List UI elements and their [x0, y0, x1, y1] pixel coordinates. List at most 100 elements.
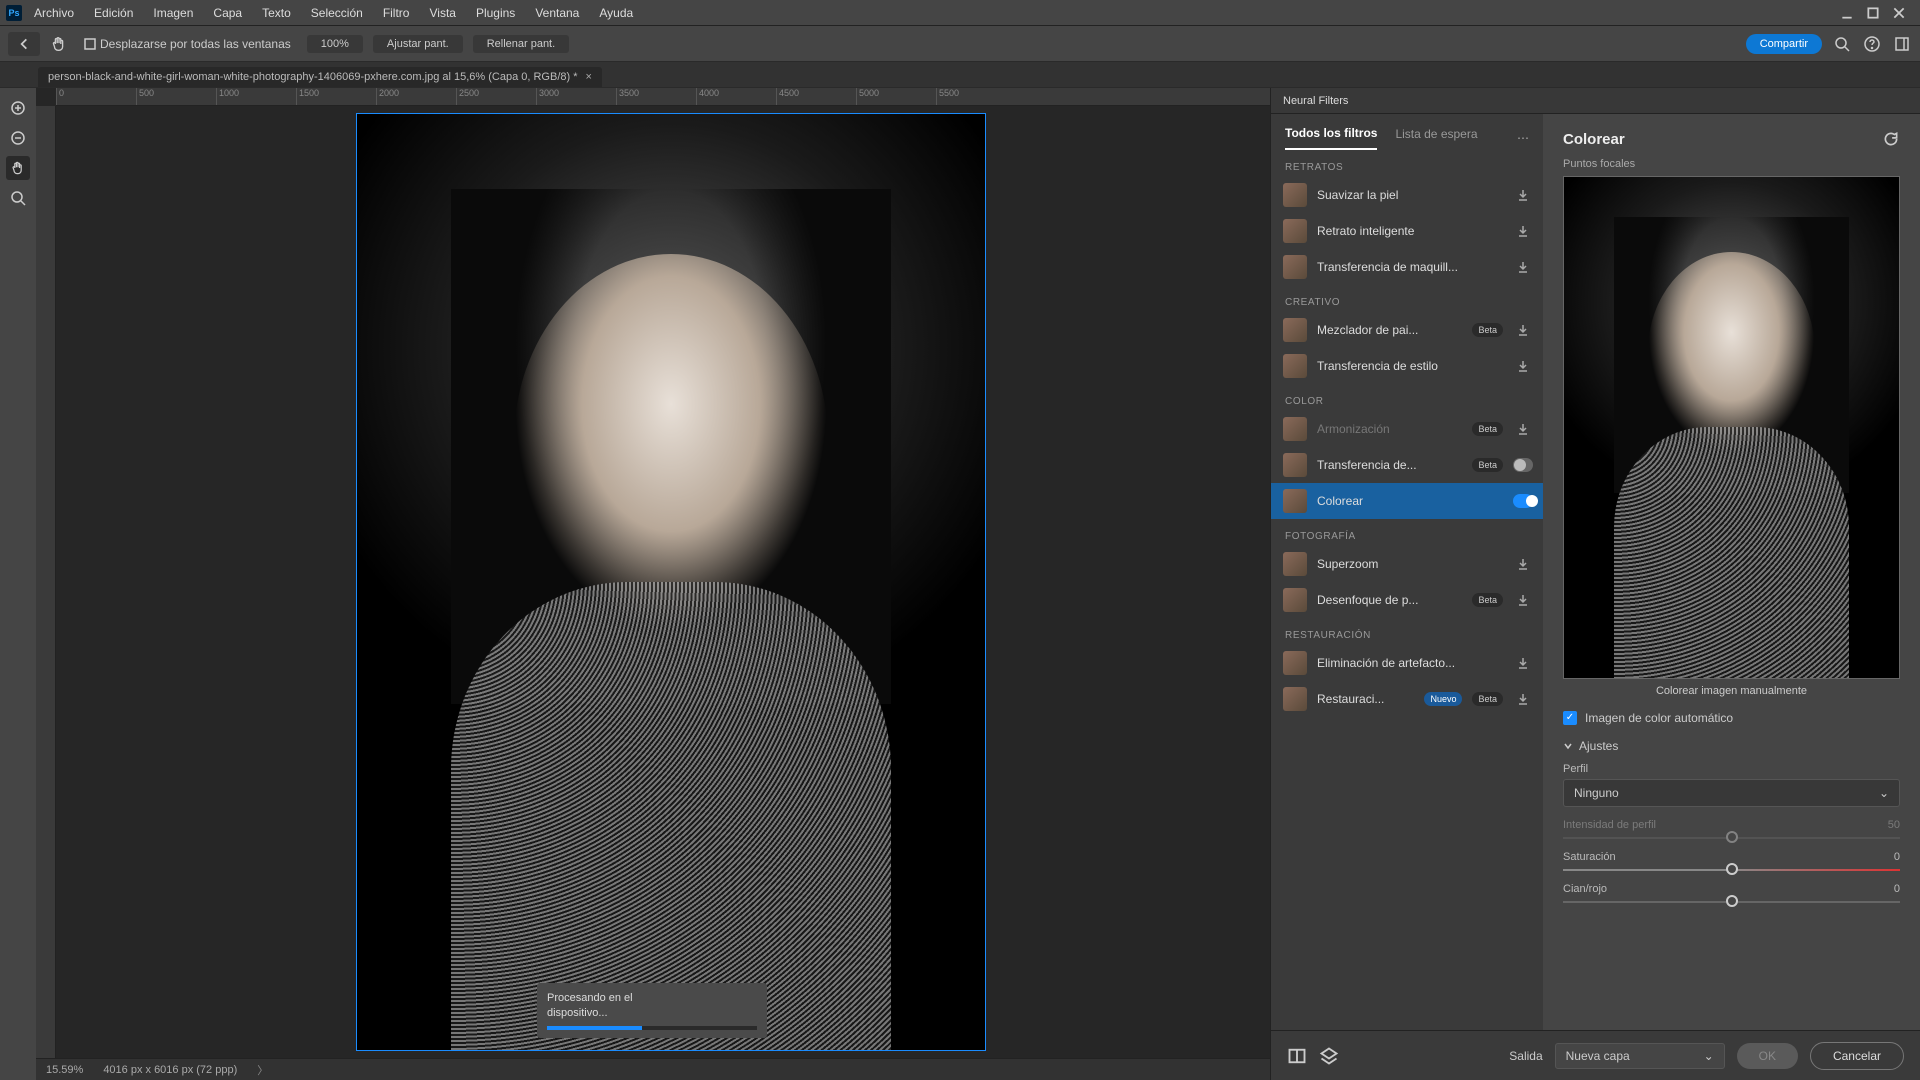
fit-screen-button[interactable]: Ajustar pant.	[373, 35, 463, 53]
zoom-level: 15.59%	[46, 1064, 83, 1076]
minimize-icon[interactable]	[1840, 6, 1854, 20]
download-icon[interactable]	[1513, 557, 1533, 571]
download-icon[interactable]	[1513, 656, 1533, 670]
download-icon[interactable]	[1513, 422, 1533, 436]
filter-restauracion[interactable]: Restauraci... Nuevo Beta	[1271, 681, 1543, 717]
filter-transferencia-estilo[interactable]: Transferencia de estilo	[1271, 348, 1543, 384]
filter-armonizacion[interactable]: Armonización Beta	[1271, 411, 1543, 447]
salida-dropdown[interactable]: Nueva capa ⌄	[1555, 1043, 1725, 1069]
focal-points-label: Puntos focales	[1563, 158, 1900, 170]
ajustes-accordion[interactable]: Ajustes	[1563, 739, 1900, 753]
filter-desenfoque-profundidad[interactable]: Desenfoque de p... Beta	[1271, 582, 1543, 618]
menu-texto[interactable]: Texto	[254, 3, 299, 23]
zoom-in-tool[interactable]	[6, 96, 30, 120]
menu-vista[interactable]: Vista	[421, 3, 463, 23]
intensidad-label: Intensidad de perfil	[1563, 819, 1656, 831]
back-button[interactable]	[8, 32, 40, 56]
ok-button[interactable]: OK	[1737, 1043, 1798, 1069]
cian-rojo-slider[interactable]	[1563, 901, 1900, 903]
canvas-image[interactable]: Procesando en eldispositivo...	[356, 113, 986, 1051]
hand-tool-icon[interactable]	[50, 35, 68, 53]
filter-transferencia-color[interactable]: Transferencia de... Beta	[1271, 447, 1543, 483]
preview-image[interactable]	[1563, 176, 1900, 679]
menu-edicion[interactable]: Edición	[86, 3, 141, 23]
section-restauracion: RESTAURACIÓN	[1271, 618, 1543, 645]
saturacion-slider[interactable]	[1563, 869, 1900, 871]
download-icon[interactable]	[1513, 323, 1533, 337]
cian-rojo-label: Cian/rojo	[1563, 883, 1607, 895]
beta-badge: Beta	[1472, 323, 1503, 337]
document-tab[interactable]: person-black-and-white-girl-woman-white-…	[38, 67, 602, 87]
zoom-100-button[interactable]: 100%	[307, 35, 363, 53]
panel-title: Neural Filters	[1271, 88, 1920, 114]
auto-color-checkbox[interactable]: ✓	[1563, 711, 1577, 725]
reset-icon[interactable]	[1882, 130, 1900, 148]
preview-caption: Colorear imagen manualmente	[1563, 685, 1900, 697]
perfil-dropdown[interactable]: Ninguno ⌄	[1563, 779, 1900, 807]
ruler-vertical	[36, 106, 56, 1058]
hand-tool[interactable]	[6, 156, 30, 180]
panel-footer: Salida Nueva capa ⌄ OK Cancelar	[1271, 1030, 1920, 1080]
close-window-icon[interactable]	[1892, 6, 1906, 20]
filter-eliminacion-artefactos[interactable]: Eliminación de artefacto...	[1271, 645, 1543, 681]
help-icon[interactable]	[1862, 34, 1882, 54]
scroll-all-checkbox[interactable]: Desplazarse por todas las ventanas	[78, 37, 297, 51]
download-icon[interactable]	[1513, 260, 1533, 274]
menu-filtro[interactable]: Filtro	[375, 3, 418, 23]
search-icon[interactable]	[1832, 34, 1852, 54]
layers-icon[interactable]	[1319, 1046, 1339, 1066]
cancel-button[interactable]: Cancelar	[1810, 1042, 1904, 1070]
auto-color-label: Imagen de color automático	[1585, 711, 1733, 725]
filter-mezclador-paisajes[interactable]: Mezclador de pai... Beta	[1271, 312, 1543, 348]
filter-list: Todos los filtros Lista de espera ⋯ RETR…	[1271, 114, 1543, 1030]
close-tab-icon[interactable]: ×	[586, 71, 592, 83]
app-logo: Ps	[6, 5, 22, 21]
beta-badge: Beta	[1472, 458, 1503, 472]
left-toolbar	[0, 88, 36, 1080]
download-icon[interactable]	[1513, 593, 1533, 607]
filter-superzoom[interactable]: Superzoom	[1271, 546, 1543, 582]
options-bar: Desplazarse por todas las ventanas 100% …	[0, 26, 1920, 62]
more-icon[interactable]: ⋯	[1517, 131, 1529, 145]
menu-bar: Ps Archivo Edición Imagen Capa Texto Sel…	[0, 0, 1920, 26]
filter-retrato-inteligente[interactable]: Retrato inteligente	[1271, 213, 1543, 249]
menu-capa[interactable]: Capa	[205, 3, 250, 23]
download-icon[interactable]	[1513, 692, 1533, 706]
filter-thumb-icon	[1283, 417, 1307, 441]
menu-imagen[interactable]: Imagen	[145, 3, 201, 23]
filter-thumb-icon	[1283, 552, 1307, 576]
zoom-out-tool[interactable]	[6, 126, 30, 150]
filter-thumb-icon	[1283, 687, 1307, 711]
section-retratos: RETRATOS	[1271, 150, 1543, 177]
tab-waitlist[interactable]: Lista de espera	[1395, 127, 1477, 149]
beta-badge: Beta	[1472, 593, 1503, 607]
menu-archivo[interactable]: Archivo	[26, 3, 82, 23]
zoom-tool[interactable]	[6, 186, 30, 210]
filter-transferencia-maquillaje[interactable]: Transferencia de maquill...	[1271, 249, 1543, 285]
menu-ventana[interactable]: Ventana	[527, 3, 587, 23]
status-bar: 15.59% 4016 px x 6016 px (72 ppp) 〉	[36, 1058, 1270, 1080]
filter-suavizar-piel[interactable]: Suavizar la piel	[1271, 177, 1543, 213]
filter-settings: Colorear Puntos focales Colorear imagen …	[1543, 114, 1920, 1030]
filter-colorear[interactable]: Colorear	[1271, 483, 1543, 519]
workspace-icon[interactable]	[1892, 34, 1912, 54]
filter-toggle[interactable]	[1513, 458, 1533, 472]
share-button[interactable]: Compartir	[1746, 34, 1822, 54]
download-icon[interactable]	[1513, 359, 1533, 373]
menu-seleccion[interactable]: Selección	[303, 3, 371, 23]
filter-thumb-icon	[1283, 255, 1307, 279]
maximize-icon[interactable]	[1866, 6, 1880, 20]
tab-all-filters[interactable]: Todos los filtros	[1285, 126, 1377, 150]
settings-title: Colorear	[1563, 131, 1625, 148]
filter-thumb-icon	[1283, 651, 1307, 675]
download-icon[interactable]	[1513, 224, 1533, 238]
beta-badge: Beta	[1472, 422, 1503, 436]
filter-thumb-icon	[1283, 588, 1307, 612]
before-after-icon[interactable]	[1287, 1046, 1307, 1066]
menu-ayuda[interactable]: Ayuda	[591, 3, 641, 23]
saturacion-value: 0	[1894, 851, 1900, 863]
filter-toggle[interactable]	[1513, 494, 1533, 508]
fill-screen-button[interactable]: Rellenar pant.	[473, 35, 570, 53]
download-icon[interactable]	[1513, 188, 1533, 202]
menu-plugins[interactable]: Plugins	[468, 3, 523, 23]
